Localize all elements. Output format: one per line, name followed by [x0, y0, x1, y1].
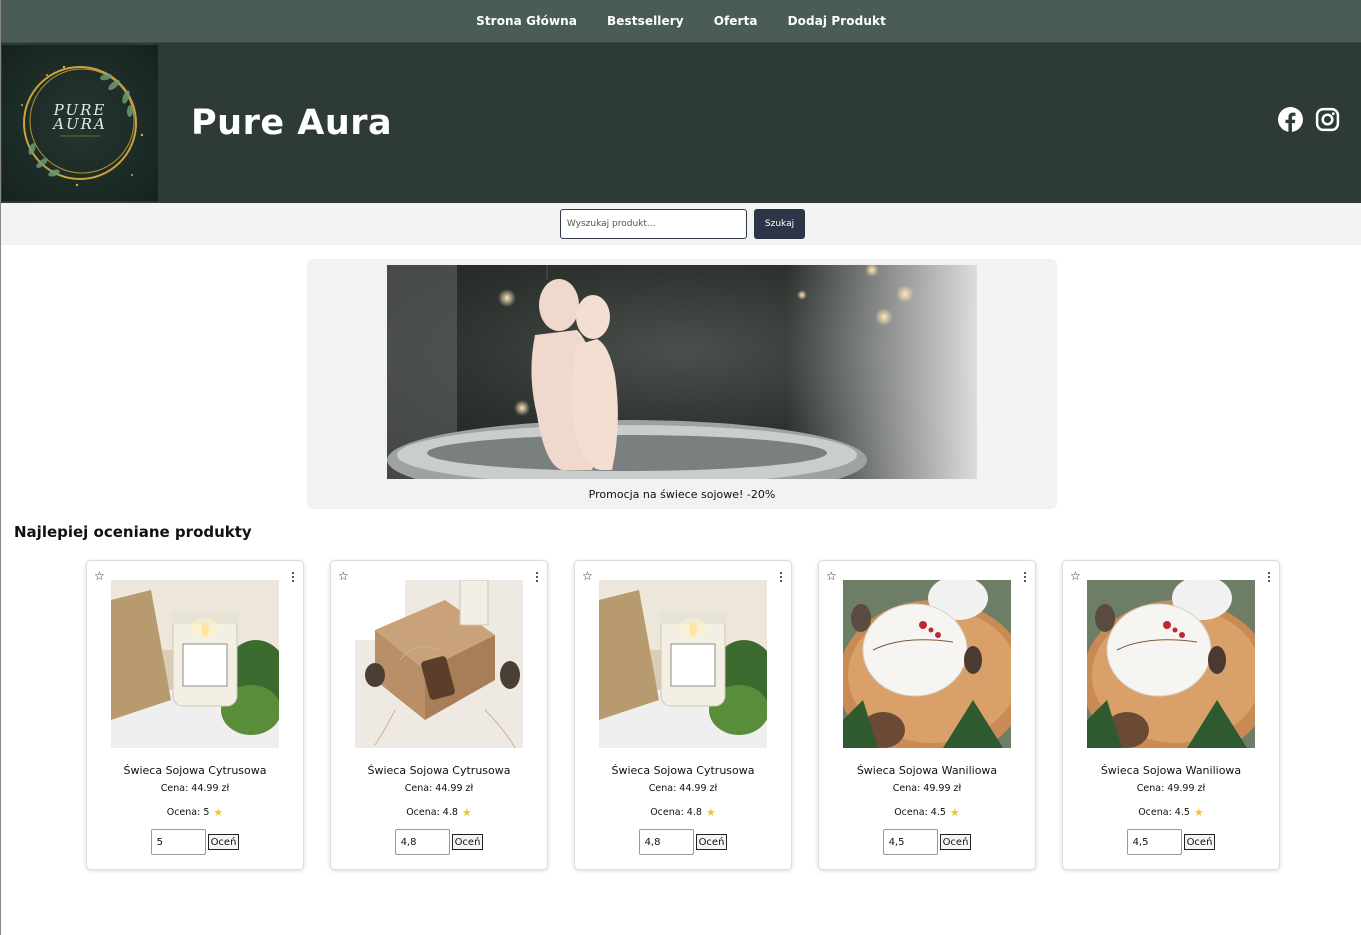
- rate-form: Oceń: [882, 829, 972, 855]
- product-card: ☆ Świeca Sojowa Cytrusowa Cena: 44.99 zł…: [330, 560, 548, 870]
- more-options-icon[interactable]: [536, 572, 538, 582]
- nav-offer-link[interactable]: Oferta: [699, 14, 773, 28]
- product-rating: Ocena: 5 ★: [167, 806, 224, 819]
- product-price: Cena: 49.99 zł: [1136, 783, 1206, 794]
- search-button[interactable]: Szukaj: [753, 209, 806, 239]
- rate-button[interactable]: Oceń: [695, 834, 728, 850]
- rating-text: Ocena: 4.5: [1138, 807, 1190, 818]
- facebook-icon[interactable]: [1278, 107, 1303, 132]
- search-bar: Szukaj: [1, 203, 1361, 245]
- promo-image[interactable]: [387, 265, 977, 479]
- social-links: [1278, 107, 1340, 132]
- rating-text: Ocena: 4.8: [650, 807, 702, 818]
- product-card: ☆ Świeca Sojowa Cytrusowa Cena: 44.99 zł…: [86, 560, 304, 870]
- instagram-icon[interactable]: [1315, 107, 1340, 132]
- product-image[interactable]: [843, 580, 1011, 748]
- promo-caption: Promocja na świece sojowe! -20%: [588, 488, 776, 501]
- logo-wreath-graphic: PURE AURA: [21, 65, 144, 187]
- rating-input[interactable]: [638, 829, 694, 855]
- product-price: Cena: 49.99 zł: [892, 783, 962, 794]
- nav-bestsellers-link[interactable]: Bestsellery: [592, 14, 699, 28]
- rating-star-icon: ★: [213, 806, 224, 819]
- more-options-icon[interactable]: [1024, 572, 1026, 582]
- more-options-icon[interactable]: [1268, 572, 1270, 582]
- product-price: Cena: 44.99 zł: [160, 783, 230, 794]
- product-image[interactable]: [599, 580, 767, 748]
- rating-text: Ocena: 4.5: [894, 807, 946, 818]
- product-price: Cena: 44.99 zł: [648, 783, 718, 794]
- product-name: Świeca Sojowa Waniliowa: [1100, 764, 1242, 777]
- product-image[interactable]: [111, 580, 279, 748]
- product-price: Cena: 44.99 zł: [404, 783, 474, 794]
- rate-button[interactable]: Oceń: [939, 834, 972, 850]
- favorite-star-icon[interactable]: ☆: [826, 570, 837, 582]
- promo-banner: Promocja na świece sojowe! -20%: [307, 259, 1057, 509]
- product-image[interactable]: [1087, 580, 1255, 748]
- product-name: Świeca Sojowa Cytrusowa: [367, 764, 511, 777]
- rating-text: Ocena: 4.8: [406, 807, 458, 818]
- nav-home-link[interactable]: Strona Główna: [461, 14, 592, 28]
- rating-star-icon: ★: [461, 806, 472, 819]
- site-header: PURE AURA Pure Aura: [1, 43, 1361, 203]
- product-rating: Ocena: 4.5 ★: [894, 806, 960, 819]
- more-options-icon[interactable]: [780, 572, 782, 582]
- product-card: ☆ Świeca Sojowa Waniliowa Cena: 49.99 zł…: [818, 560, 1036, 870]
- section-title: Najlepiej oceniane produkty: [14, 523, 252, 541]
- more-options-icon[interactable]: [292, 572, 294, 582]
- product-card: ☆ Świeca Sojowa Cytrusowa Cena: 44.99 zł…: [574, 560, 792, 870]
- product-rating: Ocena: 4.8 ★: [406, 806, 472, 819]
- rate-button[interactable]: Oceń: [1183, 834, 1216, 850]
- rating-input[interactable]: [150, 829, 206, 855]
- product-name: Świeca Sojowa Waniliowa: [856, 764, 998, 777]
- product-name: Świeca Sojowa Cytrusowa: [123, 764, 267, 777]
- nav-add-product-link[interactable]: Dodaj Produkt: [773, 14, 901, 28]
- search-input[interactable]: [559, 209, 747, 239]
- favorite-star-icon[interactable]: ☆: [94, 570, 105, 582]
- product-rating: Ocena: 4.8 ★: [650, 806, 716, 819]
- rate-form: Oceń: [150, 829, 240, 855]
- product-image[interactable]: [355, 580, 523, 748]
- product-card: ☆ Świeca Sojowa Waniliowa Cena: 49.99 zł…: [1062, 560, 1280, 870]
- logo-text-line2: AURA: [51, 115, 107, 133]
- rating-star-icon: ★: [949, 806, 960, 819]
- product-name: Świeca Sojowa Cytrusowa: [611, 764, 755, 777]
- rating-input[interactable]: [1126, 829, 1182, 855]
- rating-input[interactable]: [394, 829, 450, 855]
- product-rating: Ocena: 4.5 ★: [1138, 806, 1204, 819]
- rate-form: Oceń: [1126, 829, 1216, 855]
- rate-form: Oceń: [394, 829, 484, 855]
- favorite-star-icon[interactable]: ☆: [582, 570, 593, 582]
- product-grid: ☆ Świeca Sojowa Cytrusowa Cena: 44.99 zł…: [86, 560, 1361, 870]
- rate-button[interactable]: Oceń: [451, 834, 484, 850]
- rating-input[interactable]: [882, 829, 938, 855]
- favorite-star-icon[interactable]: ☆: [1070, 570, 1081, 582]
- top-navigation: Strona Główna Bestsellery Oferta Dodaj P…: [1, 0, 1361, 43]
- promo-candle-illustration: [387, 265, 977, 479]
- rate-form: Oceń: [638, 829, 728, 855]
- rate-button[interactable]: Oceń: [207, 834, 240, 850]
- logo[interactable]: PURE AURA: [2, 45, 158, 201]
- brand-title: Pure Aura: [191, 103, 393, 143]
- rating-text: Ocena: 5: [166, 807, 210, 818]
- rating-star-icon: ★: [1193, 806, 1204, 819]
- rating-star-icon: ★: [705, 806, 716, 819]
- favorite-star-icon[interactable]: ☆: [338, 570, 349, 582]
